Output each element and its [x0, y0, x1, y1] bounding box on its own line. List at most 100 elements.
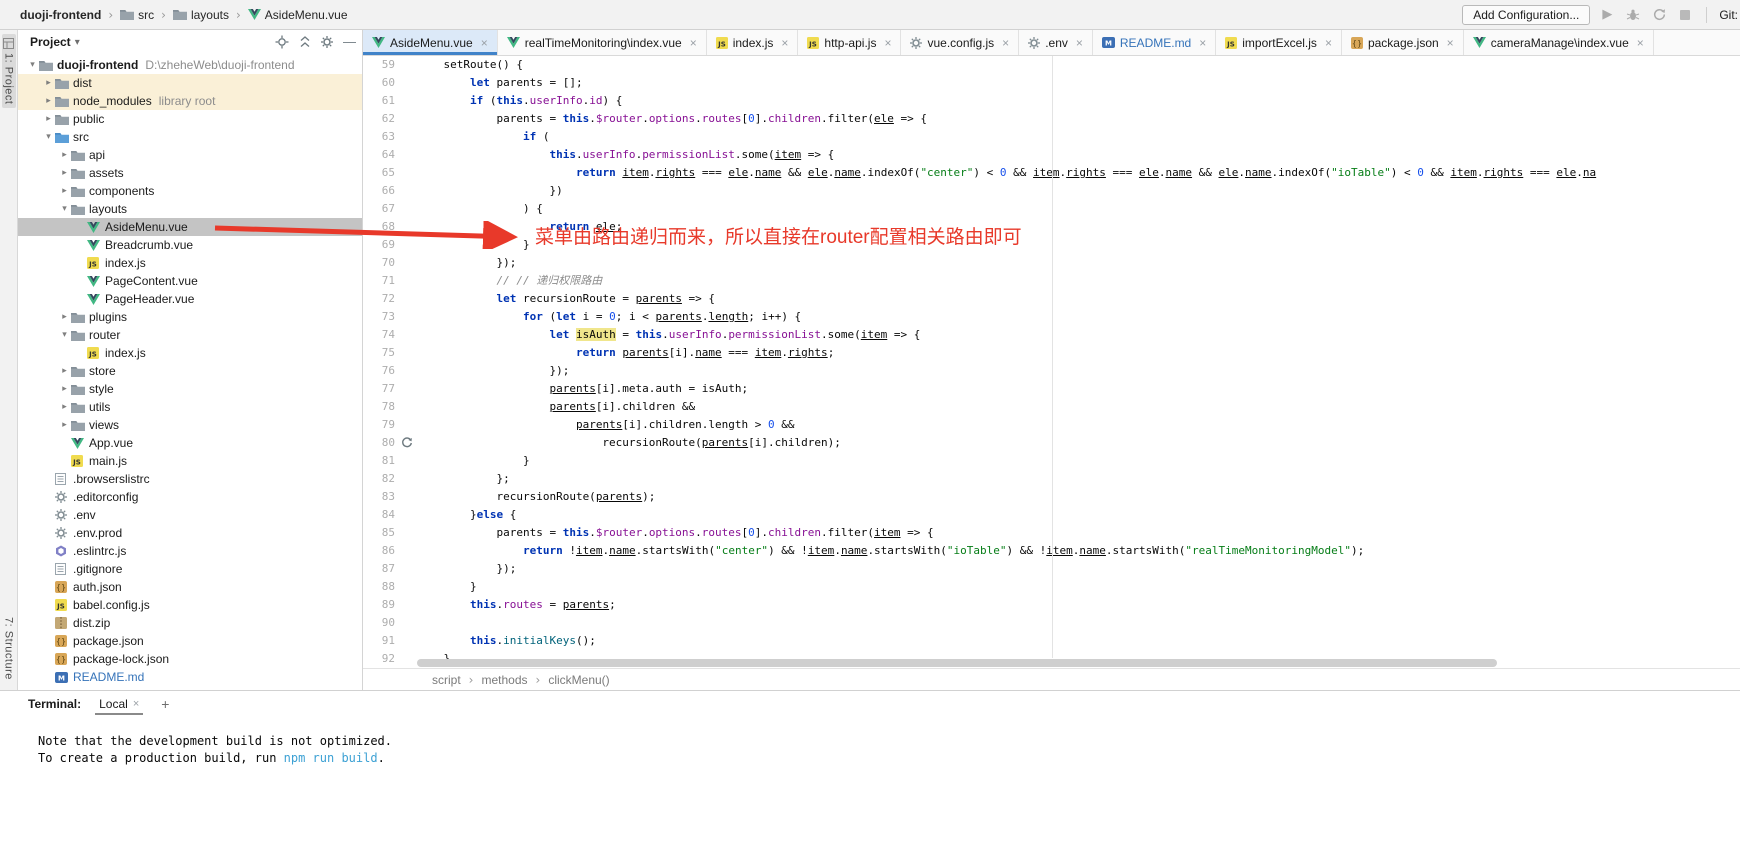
tree-item[interactable]: JSbabel.config.js — [18, 596, 362, 614]
close-icon[interactable]: × — [1637, 36, 1644, 50]
close-icon[interactable]: × — [781, 36, 788, 50]
tree-item[interactable]: ▸node_moduleslibrary root — [18, 92, 362, 110]
tree-item[interactable]: PageHeader.vue — [18, 290, 362, 308]
breadcrumb-item[interactable]: script — [432, 673, 461, 687]
tree-item[interactable]: ▸assets — [18, 164, 362, 182]
line-number[interactable]: 69 — [363, 236, 401, 254]
tree-item[interactable]: JSmain.js — [18, 452, 362, 470]
line-number[interactable]: 91 — [363, 632, 401, 650]
tree-item[interactable]: ▾router — [18, 326, 362, 344]
tree-item[interactable]: ▸store — [18, 362, 362, 380]
close-icon[interactable]: × — [884, 36, 891, 50]
chevron-down-icon[interactable]: ▾ — [58, 204, 71, 214]
tree-item[interactable]: {}package.json — [18, 632, 362, 650]
tree-item[interactable]: .env — [18, 506, 362, 524]
editor-tab[interactable]: MREADME.md× — [1093, 30, 1216, 55]
recursion-icon[interactable] — [401, 434, 417, 452]
tree-item[interactable]: PageContent.vue — [18, 272, 362, 290]
structure-tool-button[interactable]: 7: Structure — [2, 613, 16, 684]
editor-tab[interactable]: cameraManage\index.vue× — [1464, 30, 1654, 55]
line-number[interactable]: 76 — [363, 362, 401, 380]
tree-item[interactable]: ▸utils — [18, 398, 362, 416]
line-number[interactable]: 90 — [363, 614, 401, 632]
line-number[interactable]: 87 — [363, 560, 401, 578]
tree-item[interactable]: {}auth.json — [18, 578, 362, 596]
collapse-all-icon[interactable] — [299, 36, 311, 48]
editor-tab[interactable]: .env× — [1019, 30, 1093, 55]
line-number[interactable]: 75 — [363, 344, 401, 362]
tree-item[interactable]: dist.zip — [18, 614, 362, 632]
tree-item[interactable]: ▾src — [18, 128, 362, 146]
editor-tab[interactable]: AsideMenu.vue× — [363, 30, 498, 55]
tree-item[interactable]: .editorconfig — [18, 488, 362, 506]
tree-item[interactable]: JSindex.js — [18, 254, 362, 272]
breadcrumb-item[interactable]: methods — [481, 673, 527, 687]
breadcrumb-item[interactable]: src — [120, 8, 154, 22]
horizontal-scrollbar[interactable] — [417, 658, 1740, 668]
line-number[interactable]: 84 — [363, 506, 401, 524]
chevron-down-icon[interactable]: ▾ — [42, 132, 55, 142]
tree-item[interactable]: Breadcrumb.vue — [18, 236, 362, 254]
editor-tab[interactable]: JShttp-api.js× — [798, 30, 901, 55]
breadcrumb-item[interactable]: AsideMenu.vue — [248, 8, 348, 22]
line-number[interactable]: 60 — [363, 74, 401, 92]
close-icon[interactable]: × — [133, 698, 139, 710]
stop-icon[interactable] — [1676, 6, 1694, 24]
line-number[interactable]: 86 — [363, 542, 401, 560]
git-label[interactable]: Git: — [1719, 8, 1738, 22]
chevron-down-icon[interactable]: ▾ — [26, 60, 39, 70]
tree-item[interactable]: ▾duoji-frontendD:\zheheWeb\duoji-fronten… — [18, 56, 362, 74]
line-number[interactable]: 70 — [363, 254, 401, 272]
chevron-right-icon[interactable]: ▸ — [58, 150, 71, 160]
close-icon[interactable]: × — [1002, 36, 1009, 50]
tree-item[interactable]: .browserslistrc — [18, 470, 362, 488]
line-number[interactable]: 85 — [363, 524, 401, 542]
line-number[interactable]: 72 — [363, 290, 401, 308]
tree-item[interactable]: App.vue — [18, 434, 362, 452]
tree-item[interactable]: ▸components — [18, 182, 362, 200]
line-number[interactable]: 80 — [363, 434, 401, 452]
tree-item[interactable]: ▸views — [18, 416, 362, 434]
debug-icon[interactable] — [1624, 6, 1642, 24]
breadcrumb-item[interactable]: clickMenu() — [548, 673, 609, 687]
tree-item[interactable]: ▾layouts — [18, 200, 362, 218]
hide-panel-icon[interactable]: — — [343, 37, 356, 47]
tree-item[interactable]: AsideMenu.vue — [18, 218, 362, 236]
line-number[interactable]: 74 — [363, 326, 401, 344]
line-number[interactable]: 73 — [363, 308, 401, 326]
settings-gear-icon[interactable] — [321, 36, 333, 48]
editor-tab[interactable]: {}package.json× — [1342, 30, 1464, 55]
line-number[interactable]: 62 — [363, 110, 401, 128]
line-number[interactable]: 61 — [363, 92, 401, 110]
project-view-selector[interactable]: Project ▾ — [30, 35, 80, 49]
locate-file-icon[interactable] — [275, 35, 289, 49]
tree-item[interactable]: MREADME.md — [18, 668, 362, 686]
update-project-icon[interactable] — [1650, 6, 1668, 24]
line-number[interactable]: 65 — [363, 164, 401, 182]
chevron-right-icon[interactable]: ▸ — [58, 384, 71, 394]
close-icon[interactable]: × — [690, 36, 697, 50]
editor-tab[interactable]: JSindex.js× — [707, 30, 799, 55]
close-icon[interactable]: × — [1076, 36, 1083, 50]
line-number[interactable]: 89 — [363, 596, 401, 614]
line-number[interactable]: 67 — [363, 200, 401, 218]
line-number[interactable]: 68 — [363, 218, 401, 236]
chevron-right-icon[interactable]: ▸ — [58, 402, 71, 412]
chevron-right-icon[interactable]: ▸ — [42, 96, 55, 106]
line-number[interactable]: 81 — [363, 452, 401, 470]
add-configuration-button[interactable]: Add Configuration... — [1462, 5, 1590, 25]
chevron-down-icon[interactable]: ▾ — [58, 330, 71, 340]
line-number[interactable]: 59 — [363, 56, 401, 74]
tree-item[interactable]: {}package-lock.json — [18, 650, 362, 668]
terminal-output[interactable]: Note that the development build is not o… — [0, 717, 1740, 865]
tree-item[interactable]: ▸dist — [18, 74, 362, 92]
line-number[interactable]: 82 — [363, 470, 401, 488]
editor-tab[interactable]: JSimportExcel.js× — [1216, 30, 1342, 55]
tree-item[interactable]: ▸plugins — [18, 308, 362, 326]
breadcrumb-item[interactable]: layouts — [173, 8, 229, 22]
chevron-right-icon[interactable]: ▸ — [42, 114, 55, 124]
chevron-right-icon[interactable]: ▸ — [58, 420, 71, 430]
close-icon[interactable]: × — [1199, 36, 1206, 50]
line-number[interactable]: 64 — [363, 146, 401, 164]
line-number[interactable]: 66 — [363, 182, 401, 200]
